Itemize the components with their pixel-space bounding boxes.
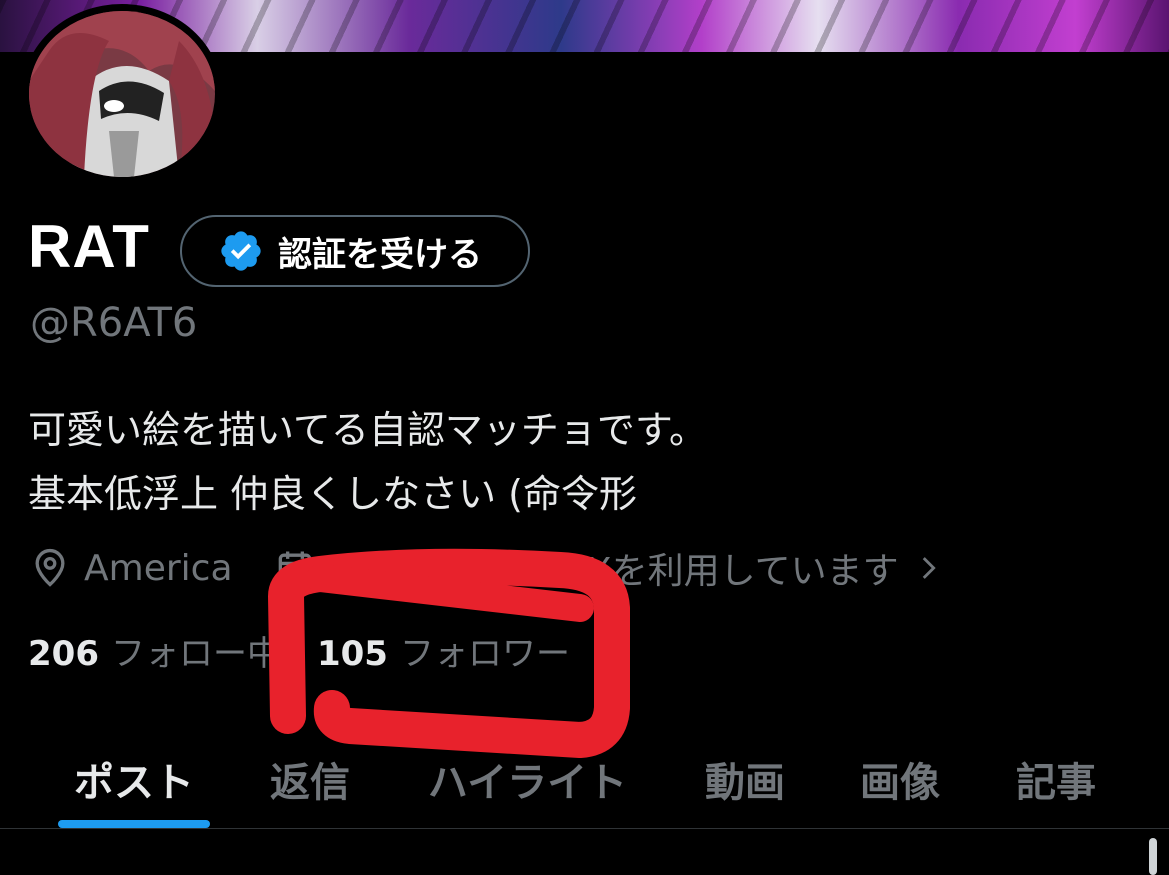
chevron-right-icon [922, 557, 936, 579]
get-verified-label: 認証を受ける [278, 234, 482, 275]
following-count: 206 [28, 634, 99, 674]
followers-count: 105 [316, 634, 388, 674]
followers-label: フォロワー [399, 634, 570, 674]
tab-posts[interactable]: ポスト [58, 730, 210, 828]
location-pin-icon [35, 548, 65, 587]
tab-replies[interactable]: 返信 [250, 730, 370, 828]
following-link[interactable]: 206 フォロー中 [28, 626, 281, 675]
profile-tabs: ポスト 返信 ハイライト 動画 画像 記事 [0, 730, 1169, 828]
avatar-image [29, 11, 215, 177]
get-verified-button[interactable]: 認証を受ける [180, 215, 530, 287]
bio-line: 基本低浮上 仲良くしなさい (命令形 [28, 472, 637, 516]
bio-line: 可愛い絵を描いてる自認マッチョです。 [28, 408, 708, 452]
user-handle: @R6AT6 [30, 300, 198, 346]
active-tab-indicator [58, 820, 210, 828]
display-name: RAT [28, 213, 150, 280]
avatar[interactable] [22, 4, 222, 184]
location: America [28, 546, 233, 590]
profile-meta: America 2025年5月からXを利用しています [28, 540, 985, 596]
followers-link[interactable]: 105 フォロワー [317, 626, 570, 675]
following-label: フォロー中 [110, 634, 281, 674]
verified-badge-icon [221, 231, 261, 271]
calendar-icon [278, 551, 311, 585]
profile-bio: 可愛い絵を描いてる自認マッチョです。 基本低浮上 仲良くしなさい (命令形 [28, 398, 707, 526]
scrollbar[interactable] [1149, 838, 1157, 875]
join-date[interactable]: 2025年5月からXを利用しています [273, 542, 945, 594]
location-text: America [84, 547, 233, 589]
follow-stats: 206 フォロー中 105 フォロワー [28, 626, 606, 675]
tab-images[interactable]: 画像 [845, 730, 955, 828]
tabs-divider [0, 828, 1169, 829]
join-date-text: 2025年5月からXを利用しています [328, 551, 899, 592]
tab-articles[interactable]: 記事 [1000, 730, 1112, 828]
tab-highlights[interactable]: ハイライト [410, 730, 645, 828]
tab-videos[interactable]: 動画 [690, 730, 800, 828]
